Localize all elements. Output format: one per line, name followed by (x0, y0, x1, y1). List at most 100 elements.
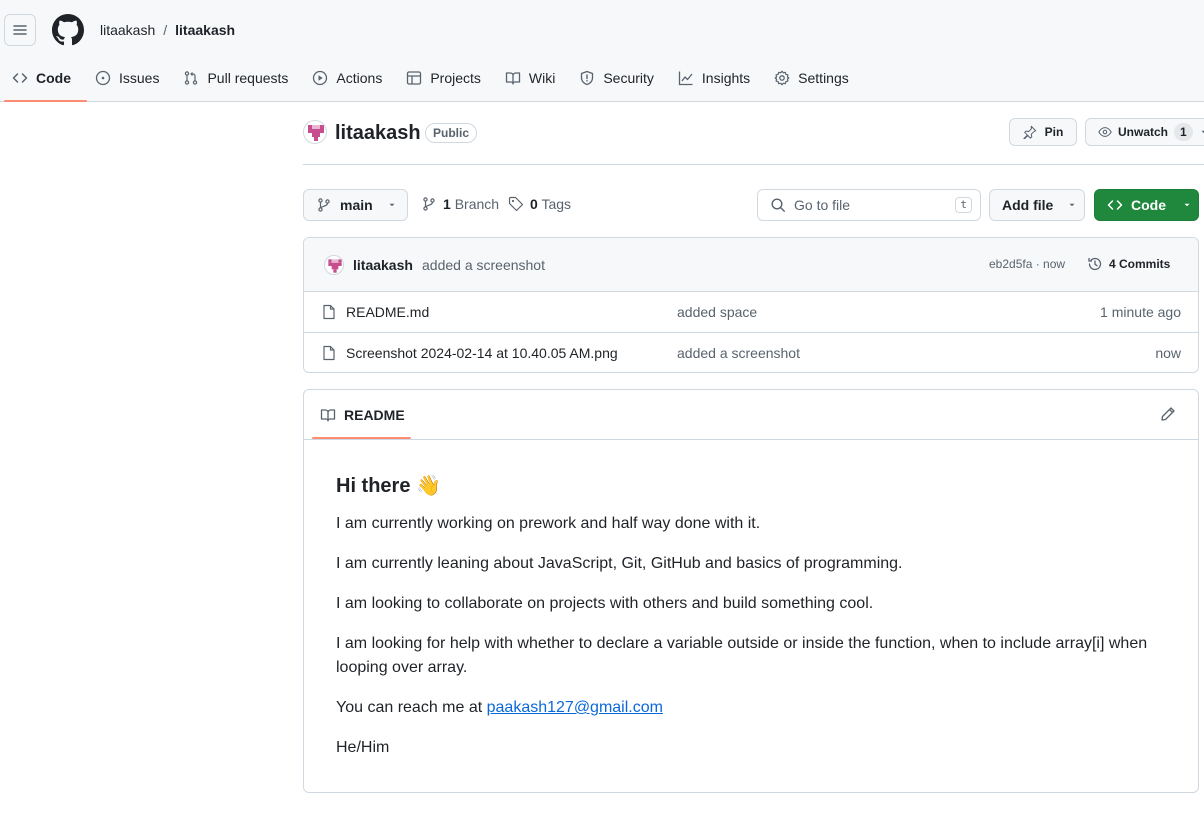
chevron-down-icon (1069, 203, 1075, 207)
tab-projects[interactable]: Projects (394, 60, 493, 96)
file-icon (323, 345, 335, 361)
code-button-label: Code (1131, 197, 1166, 213)
file-table: litaakash added a screenshot eb2d5fa · n… (303, 237, 1199, 373)
email-link[interactable]: paakash127@gmail.com (487, 699, 663, 716)
tab-label: Projects (430, 70, 481, 86)
readme-tab[interactable]: README (320, 407, 405, 423)
tab-label: Settings (798, 70, 849, 86)
commit-hash-time[interactable]: eb2d5fa · now (989, 257, 1065, 271)
identicon-icon (328, 259, 342, 273)
commit-message[interactable]: added a screenshot (422, 257, 545, 273)
tab-label: Insights (701, 70, 751, 86)
issue-icon (95, 70, 111, 86)
tag-icon (508, 196, 524, 212)
tab-label: Wiki (528, 70, 556, 86)
file-commit-message[interactable]: added a screenshot (677, 345, 800, 361)
tab-issues[interactable]: Issues (83, 60, 171, 96)
readme-tab-label: README (344, 407, 405, 423)
graph-icon (678, 71, 693, 86)
repo-name[interactable]: litaakash (335, 120, 421, 146)
avatar[interactable] (303, 120, 327, 144)
hamburger-icon (13, 25, 27, 35)
readme-paragraph: I am currently working on prework and ha… (336, 515, 761, 532)
branch-count-label: Branch (454, 196, 500, 212)
pull-request-icon (185, 71, 198, 85)
unwatch-label: Unwatch (1118, 125, 1169, 139)
tab-insights[interactable]: Insights (666, 60, 762, 96)
add-file-label: Add file (1002, 197, 1054, 213)
code-icon (1107, 200, 1123, 210)
tags-link[interactable]: 0 Tags (508, 196, 571, 212)
file-age: now (1155, 345, 1181, 361)
breadcrumb-separator: / (163, 22, 168, 38)
readme-heading: Hi there 👋 (336, 475, 441, 497)
book-icon (505, 72, 521, 85)
tab-label: Issues (119, 70, 160, 86)
tab-wiki[interactable]: Wiki (493, 60, 567, 96)
table-icon (407, 71, 422, 85)
code-icon (12, 73, 28, 83)
branch-selector[interactable]: main (303, 189, 408, 221)
readme-content: Hi there 👋 I am currently working on pre… (304, 440, 1198, 760)
chevron-down-icon (1184, 203, 1190, 207)
git-branch-icon (318, 198, 330, 212)
github-logo-icon[interactable] (52, 14, 84, 46)
go-to-file-placeholder: Go to file (794, 197, 851, 213)
file-icon (323, 304, 335, 320)
history-icon (1088, 257, 1102, 271)
shield-icon (581, 70, 594, 86)
commit-author[interactable]: litaakash (353, 257, 413, 273)
readme-paragraph: I am looking to collaborate on projects … (336, 595, 874, 612)
file-commit-message[interactable]: added space (677, 304, 757, 320)
add-file-button[interactable]: Add file (989, 189, 1085, 221)
tag-count-label: Tags (541, 196, 572, 212)
keyboard-shortcut: t (955, 197, 972, 213)
file-age: 1 minute ago (1100, 304, 1181, 320)
chevron-down-icon (389, 203, 395, 207)
tab-actions[interactable]: Actions (300, 60, 394, 96)
commits-link[interactable]: 4 Commits (1087, 256, 1170, 272)
app-header: litaakash / litaakash Code Issues Pull r… (0, 0, 1204, 102)
active-tab-underline (312, 437, 411, 439)
tab-settings[interactable]: Settings (762, 60, 861, 96)
tag-count: 0 (530, 196, 538, 212)
branch-name: main (340, 197, 373, 213)
pin-button[interactable]: Pin (1009, 118, 1077, 146)
go-to-file-input[interactable]: Go to file t (757, 189, 981, 221)
tab-label: Code (36, 70, 71, 86)
breadcrumb: litaakash / litaakash (100, 20, 235, 40)
eye-icon (1098, 127, 1112, 137)
tab-code[interactable]: Code (0, 60, 87, 102)
readme-paragraph: I am currently leaning about JavaScript,… (336, 555, 903, 572)
file-name[interactable]: README.md (346, 304, 429, 320)
table-row[interactable]: README.md added space 1 minute ago (304, 292, 1198, 333)
code-button[interactable]: Code (1094, 189, 1199, 221)
visibility-badge: Public (425, 123, 478, 143)
readme-header: README (304, 390, 1198, 440)
gear-icon (774, 70, 790, 86)
unwatch-button[interactable]: Unwatch 1 (1085, 118, 1204, 146)
branches-link[interactable]: 1 Branch (421, 196, 499, 212)
menu-button[interactable] (4, 14, 36, 46)
readme-paragraph: I am looking for help with whether to de… (336, 635, 1148, 676)
breadcrumb-repo[interactable]: litaakash (175, 20, 235, 40)
commits-count: 4 Commits (1109, 257, 1171, 271)
tab-pull-requests[interactable]: Pull requests (171, 60, 300, 96)
pin-label: Pin (1044, 125, 1064, 139)
contact-prefix: You can reach me at (336, 699, 487, 716)
book-icon (320, 409, 336, 422)
file-name[interactable]: Screenshot 2024-02-14 at 10.40.05 AM.png (346, 345, 618, 361)
table-row[interactable]: Screenshot 2024-02-14 at 10.40.05 AM.png… (304, 333, 1198, 372)
readme-contact: You can reach me at paakash127@gmail.com (336, 696, 1166, 720)
repo-nav: Code Issues Pull requests Actions Projec… (0, 60, 861, 102)
tab-security[interactable]: Security (567, 60, 666, 96)
repo-title-row: litaakash Public Pin Unwatch 1 (303, 118, 1204, 165)
pin-icon (1023, 125, 1036, 139)
avatar[interactable] (324, 255, 344, 275)
tab-label: Security (603, 70, 654, 86)
watch-counter: 1 (1174, 123, 1193, 141)
breadcrumb-owner[interactable]: litaakash (100, 20, 155, 40)
git-branch-icon (423, 197, 435, 211)
branch-count: 1 (443, 196, 451, 212)
pencil-icon[interactable] (1160, 406, 1176, 422)
